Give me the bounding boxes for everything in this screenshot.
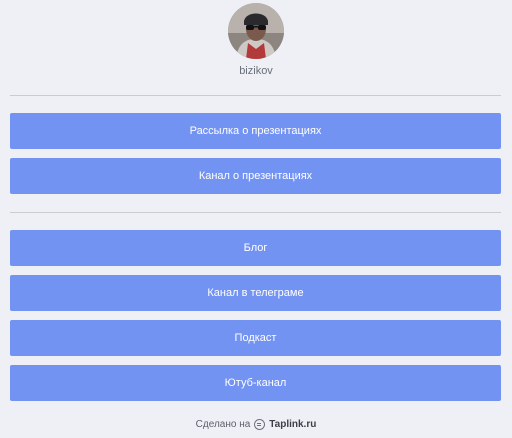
link-button-youtube-channel[interactable]: Ютуб-канал	[10, 365, 501, 401]
link-button-podcast[interactable]: Подкаст	[10, 320, 501, 356]
link-button-blog[interactable]: Блог	[10, 230, 501, 266]
username: bizikov	[239, 65, 273, 77]
avatar	[228, 3, 284, 59]
page: bizikov Рассылка о презентациях Канал о …	[0, 0, 512, 438]
link-button-telegram-channel[interactable]: Канал в телеграме	[10, 275, 501, 311]
profile-header: bizikov	[0, 0, 512, 90]
link-button-presentations-channel[interactable]: Канал о презентациях	[10, 158, 501, 194]
taplink-logo-icon	[254, 419, 266, 430]
divider	[10, 212, 501, 213]
link-button-newsletter[interactable]: Рассылка о презентациях	[10, 113, 501, 149]
footer[interactable]: Сделано на Taplink.ru	[0, 419, 512, 430]
divider	[10, 95, 501, 96]
footer-made-on: Сделано на	[195, 419, 251, 430]
footer-brand-link[interactable]: Taplink.ru	[269, 419, 316, 430]
